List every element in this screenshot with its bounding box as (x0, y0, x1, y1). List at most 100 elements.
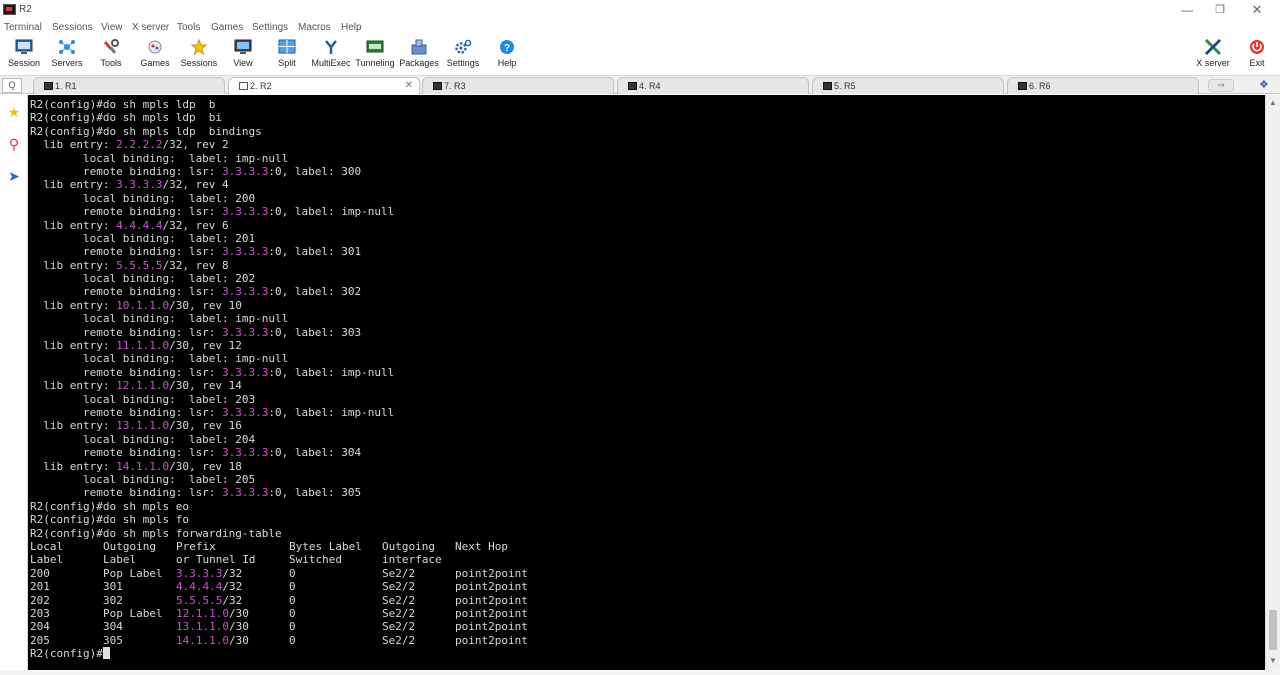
menu-tools[interactable]: Tools (177, 22, 200, 33)
exit-button[interactable]: Exit (1233, 36, 1280, 72)
scroll-down-icon[interactable]: ▼ (1269, 656, 1277, 665)
prefix-cell: 4.4.4.4/32 (176, 580, 243, 594)
interface-cell: Se2/2 (382, 593, 416, 607)
menu-x-server[interactable]: X server (132, 22, 169, 33)
terminal-line: local binding: label: 201 (30, 231, 256, 245)
tunneling-button[interactable]: Tunneling (351, 36, 399, 72)
attach-icon[interactable]: ❖ (1259, 78, 1269, 91)
vertical-scrollbar[interactable]: ▲ ▼ (1265, 95, 1280, 670)
terminal-output[interactable]: R2(config)#do sh mpls ldp b R2(config)#do… (28, 95, 1265, 670)
send-icon[interactable]: ➤ (3, 165, 25, 187)
terminal-line: R2(config)#do sh mpls ldp bindings (30, 124, 262, 138)
scroll-up-icon[interactable]: ▲ (1269, 98, 1277, 107)
tab-r2[interactable]: 2. R2 ✕ (228, 77, 420, 95)
star-icon (190, 38, 208, 56)
ip-address: 3.3.3.3 (222, 325, 269, 339)
gear-icon (454, 39, 472, 55)
prefix-cell: 5.5.5.5/32 (176, 593, 243, 607)
menu-view[interactable]: View (101, 22, 123, 33)
prefix-cell: 13.1.1.0/30 (176, 620, 249, 634)
games-button[interactable]: Games (131, 36, 179, 72)
restore-button[interactable]: ❐ (1203, 1, 1237, 19)
ip-address: 3.3.3.3 (222, 446, 269, 460)
x-server-button[interactable]: X server (1189, 36, 1237, 72)
prefix-cell: 14.1.1.0/30 (176, 633, 249, 647)
menu-games[interactable]: Games (211, 22, 243, 33)
ip-address: 4.4.4.4 (176, 580, 223, 594)
outgoing-label-cell: Pop Label (103, 606, 163, 620)
tab-r6[interactable]: 6. R6 (1007, 77, 1199, 94)
menu-sessions[interactable]: Sessions (52, 22, 93, 33)
terminal-line: R2(config)#do sh mpls ldp bi (30, 111, 223, 125)
table-row: 204 304 13.1.1.0/30 0 Se2/2 point2point (30, 620, 555, 633)
x-server-icon (1204, 38, 1222, 56)
bytes-switched-cell: 0 (289, 633, 296, 647)
toolbar: Session Servers Tools Games Sessions Vie… (0, 36, 1280, 74)
outgoing-label-cell: 304 (103, 620, 123, 634)
tab-scroll-icon[interactable]: ⇒ (1208, 79, 1234, 92)
ip-address: 10.1.1.0 (116, 298, 170, 312)
table-header-cell: Label (30, 553, 64, 567)
prefix-cell: 3.3.3.3/32 (176, 566, 243, 580)
app-icon (3, 4, 16, 15)
interface-cell: Se2/2 (382, 580, 416, 594)
next-hop-cell: point2point (455, 620, 528, 634)
ip-address: 3.3.3.3 (222, 486, 269, 500)
star-icon[interactable]: ★ (3, 101, 25, 123)
packages-button[interactable]: Packages (395, 36, 443, 72)
split-button[interactable]: Split (263, 36, 311, 72)
tab-r4[interactable]: 4. R4 (617, 77, 809, 94)
terminal-line: remote binding: lsr: 3.3.3.3:0, label: 3… (30, 164, 362, 178)
terminal-line: local binding: label: imp-null (30, 151, 289, 165)
minimize-button[interactable]: — (1170, 1, 1204, 19)
terminal-line: lib entry: 4.4.4.4/32, rev 6 (30, 218, 229, 232)
table-header-cell (455, 553, 555, 566)
terminal-line: lib entry: 2.2.2.2/32, rev 2 (30, 138, 229, 152)
table-header-cell: Switched (289, 553, 342, 567)
tab-search-icon[interactable]: Q (2, 78, 22, 93)
tools-icon[interactable]: ⚲ (3, 133, 25, 155)
help-button[interactable]: ? Help (483, 36, 531, 72)
svg-text:?: ? (504, 43, 510, 54)
text-cursor (102, 647, 110, 660)
terminal-line: local binding: label: 205 (30, 472, 256, 486)
terminal-line: remote binding: lsr: 3.3.3.3:0, label: 3… (30, 325, 362, 339)
terminal-line: lib entry: 13.1.1.0/30, rev 16 (30, 419, 242, 433)
ip-address: 2.2.2.2 (116, 138, 163, 152)
sessions-button[interactable]: Sessions (175, 36, 223, 72)
terminal-line: local binding: label: imp-null (30, 352, 289, 366)
local-label-cell: 203 (30, 606, 50, 620)
terminal-line: lib entry: 5.5.5.5/32, rev 8 (30, 258, 229, 272)
menu-help[interactable]: Help (341, 22, 362, 33)
menu-terminal[interactable]: Terminal (4, 22, 42, 33)
view-icon (234, 39, 252, 55)
tab-r1[interactable]: 1. R1 (33, 77, 225, 94)
view-button[interactable]: View (219, 36, 267, 72)
outgoing-label-cell: 305 (103, 633, 123, 647)
bytes-switched-cell: 0 (289, 593, 296, 607)
scroll-thumb[interactable] (1269, 610, 1277, 650)
terminal-icon (239, 82, 248, 90)
terminal-icon (823, 82, 832, 90)
settings-button[interactable]: Settings (439, 36, 487, 72)
menu-macros[interactable]: Macros (298, 22, 331, 33)
ip-address: 12.1.1.0 (116, 379, 170, 393)
ip-address: 14.1.1.0 (116, 459, 170, 473)
ip-address: 14.1.1.0 (176, 633, 229, 647)
close-tab-icon[interactable]: ✕ (405, 80, 413, 91)
tab-r3[interactable]: 7. R3 (422, 77, 614, 94)
session-button[interactable]: Session (0, 36, 48, 72)
tab-r5[interactable]: 5. R5 (812, 77, 1004, 94)
close-button[interactable]: ✕ (1240, 1, 1274, 19)
forwarding-table: Local Outgoing Prefix Bytes Label Outgoing Ne… (30, 540, 555, 647)
terminal-line: local binding: label: 203 (30, 392, 256, 406)
terminal-line: lib entry: 10.1.1.0/30, rev 10 (30, 298, 242, 312)
ip-address: 3.3.3.3 (222, 285, 269, 299)
local-label-cell: 201 (30, 580, 50, 594)
table-header-cell: or Tunnel Id (176, 553, 256, 567)
servers-button[interactable]: Servers (43, 36, 91, 72)
tools-button[interactable]: Tools (87, 36, 135, 72)
menu-settings[interactable]: Settings (252, 22, 288, 33)
multiexec-button[interactable]: MultiExec (307, 36, 355, 72)
terminal-line: remote binding: lsr: 3.3.3.3:0, label: 3… (30, 446, 362, 460)
